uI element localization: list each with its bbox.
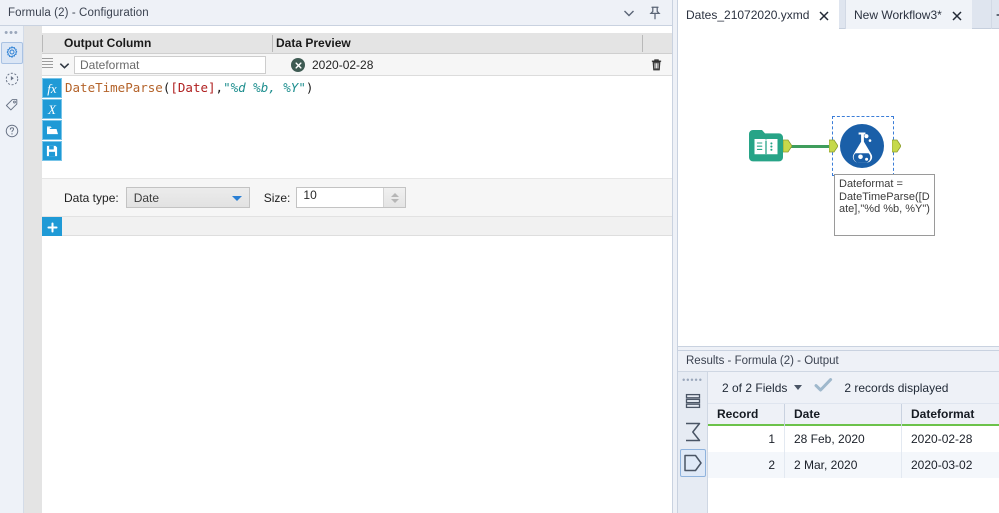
- formula-token-field: [Date]: [170, 80, 216, 95]
- size-label: Size:: [263, 190, 291, 205]
- tab-label: Dates_21072020.yxmd: [686, 7, 810, 22]
- configuration-title: Formula (2) - Configuration: [8, 6, 149, 19]
- configuration-panel: Formula (2) - Configuration ••• Output C…: [0, 0, 672, 513]
- cell-record: 1: [768, 432, 775, 446]
- data-preview-value: 2020-02-28: [312, 58, 374, 72]
- cell-dateformat: 2020-03-02: [911, 458, 973, 472]
- tag-icon[interactable]: [1, 94, 23, 116]
- formula-tool[interactable]: [838, 122, 886, 170]
- more-options-icon[interactable]: •••: [4, 28, 19, 39]
- formula-output-settings: Data type: Date Size: 10: [42, 178, 672, 216]
- new-tab-button[interactable]: [991, 0, 999, 29]
- add-formula-row-button[interactable]: [42, 217, 62, 237]
- formula-row: Dateformat 2020-02-28: [42, 54, 672, 76]
- column-header-output-column: Output Column: [64, 36, 152, 50]
- chevron-down-icon[interactable]: [55, 56, 73, 74]
- configuration-empty-area: [42, 236, 672, 513]
- drag-handle-icon[interactable]: •••••: [682, 376, 703, 385]
- formula-token-comma: ,: [215, 80, 224, 95]
- help-icon[interactable]: [1, 120, 23, 142]
- formula-token-string: "%d %b, %Y": [223, 80, 306, 95]
- close-icon[interactable]: [818, 9, 830, 21]
- workflow-tabstrip: Dates_21072020.yxmd New Workflow3*: [678, 0, 999, 29]
- formula-grid-header: Output Column Data Preview: [42, 33, 672, 54]
- formula-token-close-paren: ): [305, 80, 314, 95]
- drag-handle-icon[interactable]: [42, 58, 53, 69]
- tab-label: New Workflow3*: [854, 7, 942, 22]
- cell-record: 2: [768, 458, 775, 472]
- add-row-strip: [42, 216, 672, 237]
- chevron-down-icon[interactable]: [621, 5, 637, 21]
- quantity-stepper[interactable]: [383, 188, 406, 207]
- size-field[interactable]: 10: [296, 187, 407, 208]
- formula-expression[interactable]: DateTimeParse([Date],"%d %b, %Y"): [62, 78, 672, 96]
- data-type-select[interactable]: Date: [125, 187, 250, 208]
- stepper-down-icon[interactable]: [390, 198, 399, 203]
- results-panel-title: Results - Formula (2) - Output: [678, 351, 999, 372]
- output-data-icon[interactable]: [679, 449, 706, 477]
- workspace-area: Dates_21072020.yxmd New Workflow3* Datef…: [678, 0, 999, 513]
- fields-count-label[interactable]: 2 of 2 Fields: [722, 381, 787, 395]
- input-anchor[interactable]: [828, 139, 839, 153]
- insert-variable-button[interactable]: X: [42, 99, 62, 119]
- alteryx-designer-window: Formula (2) - Configuration ••• Output C…: [0, 0, 999, 513]
- checkmark-icon: [814, 377, 833, 398]
- save-formula-button[interactable]: [42, 141, 62, 161]
- configuration-gutter: [24, 26, 42, 513]
- chevron-down-icon[interactable]: [794, 385, 803, 390]
- stepper-up-icon[interactable]: [390, 192, 399, 197]
- cell-dateformat: 2020-02-28: [911, 432, 973, 446]
- table-row[interactable]: 2 2 Mar, 2020 2020-03-02: [708, 452, 999, 478]
- results-table-header: Record Date Dateformat: [708, 404, 999, 426]
- data-type-label: Data type:: [64, 190, 119, 205]
- formula-editor[interactable]: DateTimeParse([Date],"%d %b, %Y"): [62, 78, 672, 178]
- table-row[interactable]: 1 28 Feb, 2020 2020-02-28: [708, 426, 999, 452]
- size-input[interactable]: 10: [297, 188, 381, 207]
- configuration-titlebar: Formula (2) - Configuration: [0, 0, 672, 26]
- clear-x-icon[interactable]: [291, 58, 305, 72]
- pin-icon[interactable]: [647, 5, 663, 21]
- run-icon[interactable]: [1, 68, 23, 90]
- gear-icon[interactable]: [0, 42, 23, 64]
- chevron-down-icon: [231, 196, 242, 201]
- text-input-tool[interactable]: [744, 124, 788, 168]
- cell-date: 2 Mar, 2020: [794, 458, 858, 472]
- formula-token-function: DateTimeParse: [65, 80, 163, 95]
- records-displayed-label: 2 records displayed: [844, 380, 949, 395]
- cell-date: 28 Feb, 2020: [794, 432, 865, 446]
- sigma-messages-icon[interactable]: [680, 418, 706, 446]
- output-anchor[interactable]: [782, 139, 793, 153]
- results-table-empty-area: [708, 478, 999, 513]
- data-type-value: Date: [133, 190, 160, 205]
- records-icon[interactable]: [680, 387, 706, 415]
- results-table[interactable]: Record Date Dateformat 1 28 Feb, 2020 20…: [708, 404, 999, 513]
- output-anchor[interactable]: [891, 139, 902, 153]
- column-header-data-preview: Data Preview: [276, 36, 351, 50]
- tab-new-workflow3[interactable]: New Workflow3*: [845, 0, 972, 29]
- column-header-dateformat[interactable]: Dateformat: [902, 404, 999, 425]
- workflow-canvas[interactable]: Dateformat = DateTimeParse([Date],"%d %b…: [678, 29, 999, 346]
- open-formula-button[interactable]: [42, 120, 62, 140]
- insert-function-button[interactable]: fx: [42, 78, 62, 98]
- output-column-input[interactable]: Dateformat: [74, 56, 266, 74]
- tab-dates-yxmd[interactable]: Dates_21072020.yxmd: [678, 0, 840, 29]
- results-icon-rail: •••••: [678, 372, 708, 513]
- results-toolbar: 2 of 2 Fields 2 records displayed: [708, 372, 999, 404]
- tool-annotation[interactable]: Dateformat = DateTimeParse([Date],"%d %b…: [834, 174, 935, 236]
- configuration-icon-rail: •••: [0, 26, 24, 513]
- column-header-date[interactable]: Date: [785, 404, 901, 425]
- column-header-record[interactable]: Record: [708, 404, 784, 425]
- formula-editor-toolbar: fx X: [42, 78, 62, 162]
- trash-icon[interactable]: [646, 56, 666, 74]
- close-icon[interactable]: [951, 9, 963, 21]
